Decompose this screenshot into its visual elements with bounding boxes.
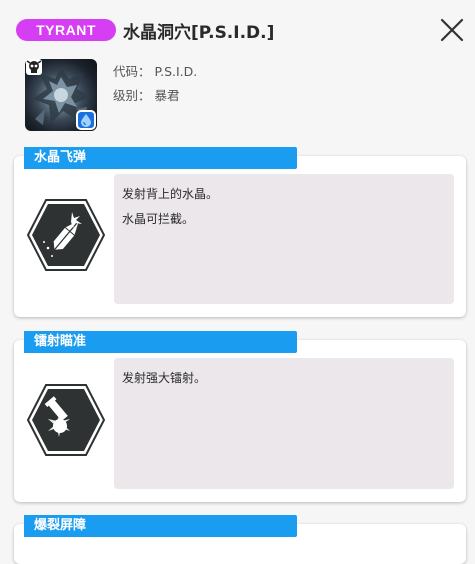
- skill-description: 发射强大镭射。: [114, 358, 454, 489]
- skill-name: 镭射瞄准: [24, 331, 297, 353]
- laser-aim-icon: [26, 384, 106, 456]
- skill-description: 发射背上的水晶。 水晶可拦截。: [114, 174, 454, 304]
- skill-name: 爆裂屏障: [24, 515, 297, 537]
- description-line: 发射强大镭射。: [122, 371, 207, 385]
- page-title: 水晶洞穴[P.S.I.D.]: [123, 23, 275, 43]
- code-info: 代码： P.S.I.D.: [113, 61, 197, 80]
- skill-name: 水晶飞弹: [24, 147, 297, 169]
- tier-badge: TYRANT: [16, 19, 116, 41]
- close-icon[interactable]: [439, 17, 465, 43]
- description-line: 发射背上的水晶。: [122, 187, 219, 201]
- skull-icon: [26, 59, 42, 75]
- code-value: P.S.I.D.: [154, 64, 198, 79]
- description-line: 水晶可拦截。: [122, 212, 195, 226]
- level-label: 级别：: [113, 88, 151, 103]
- level-info: 级别： 暴君: [113, 85, 180, 104]
- crystal-missile-icon: [26, 199, 106, 271]
- level-value: 暴君: [154, 88, 180, 103]
- code-label: 代码：: [113, 64, 151, 79]
- water-element-icon: [76, 110, 96, 130]
